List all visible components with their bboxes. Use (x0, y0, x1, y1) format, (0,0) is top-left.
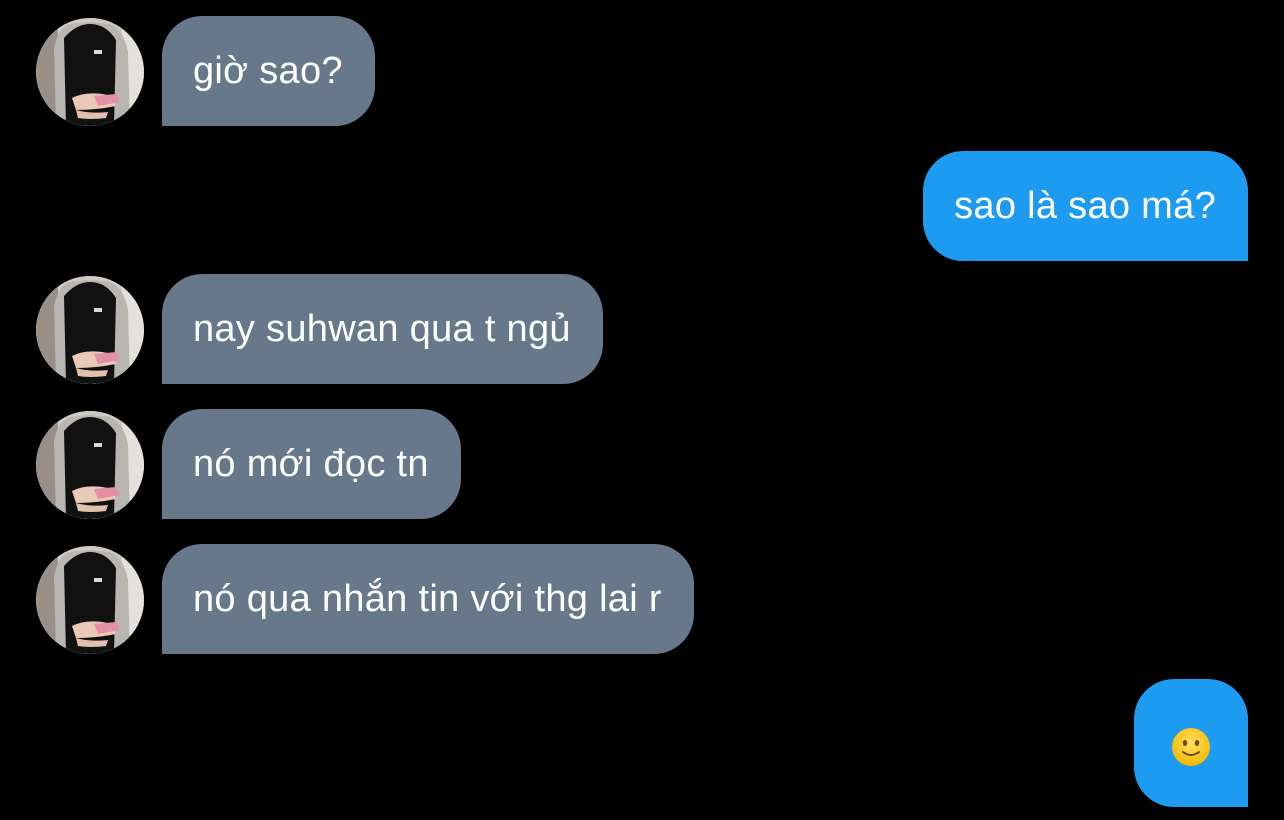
avatar[interactable] (36, 276, 144, 384)
avatar-photo-image (36, 276, 144, 384)
avatar[interactable] (36, 546, 144, 654)
received-message-bubble[interactable]: nó mới đọc tn (162, 409, 461, 519)
message-text: nó mới đọc tn (193, 442, 429, 485)
message-text: sao là sao má? (954, 184, 1216, 227)
sent-message-bubble[interactable]: sao là sao má? (923, 151, 1248, 261)
avatar[interactable] (36, 18, 144, 126)
received-message-bubble[interactable]: nay suhwan qua t ngủ (162, 274, 603, 384)
avatar-photo-image (36, 546, 144, 654)
avatar-photo-image (36, 411, 144, 519)
avatar-photo-image (36, 18, 144, 126)
received-message-bubble[interactable]: giờ sao? (162, 16, 375, 126)
message-text: giờ sao? (193, 49, 343, 92)
received-message-bubble[interactable]: nó qua nhắn tin với thg lai r (162, 544, 694, 654)
sent-emoji-bubble[interactable] (1134, 679, 1248, 807)
message-text: nay suhwan qua t ngủ (193, 307, 571, 350)
avatar[interactable] (36, 411, 144, 519)
message-text: nó qua nhắn tin với thg lai r (193, 577, 662, 620)
slightly-smiling-face-icon (1172, 728, 1210, 766)
